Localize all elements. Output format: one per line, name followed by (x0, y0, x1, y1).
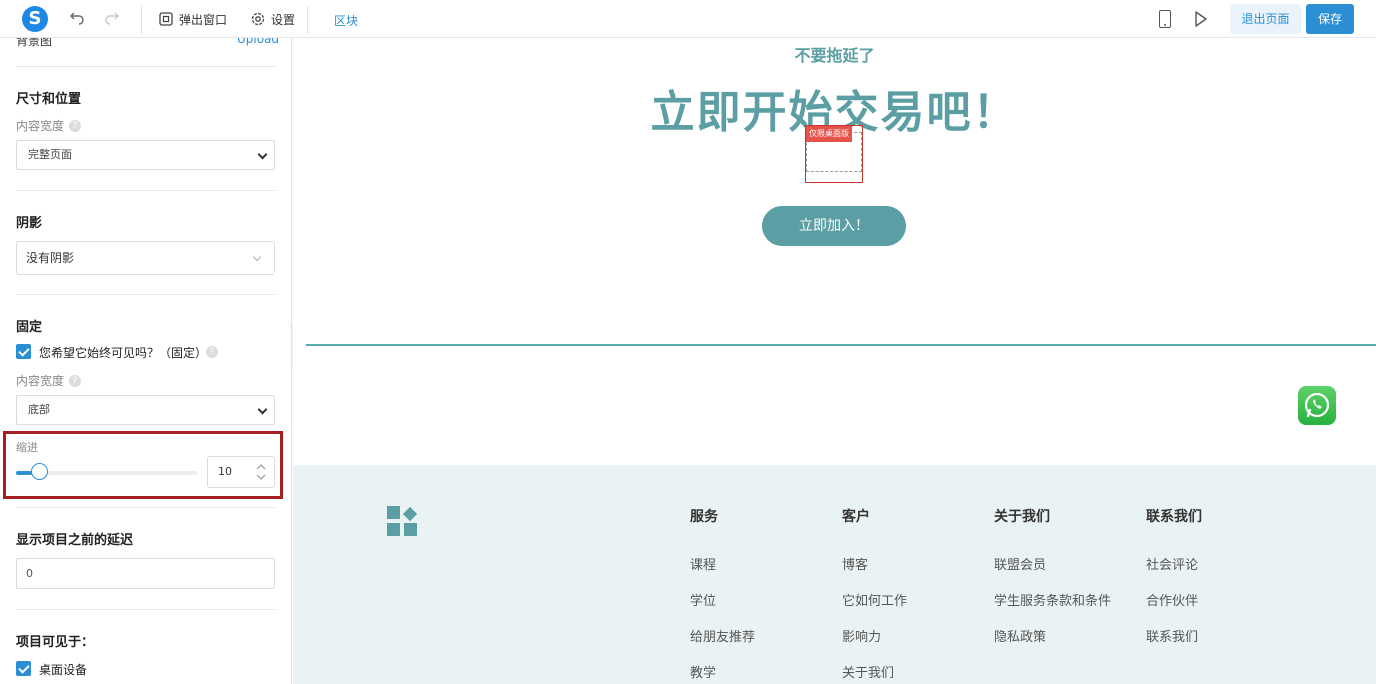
content-width-value: 完整页面 (28, 148, 72, 161)
settings-panel: 背景图 Upload 尺寸和位置 内容宽度 ? 完整页面 阴影 没有阴影 固定 … (0, 38, 292, 684)
exit-page-button[interactable]: 退出页面 (1230, 4, 1301, 34)
footer-link[interactable]: 合作伙伴 (1146, 584, 1202, 620)
chevron-down-icon (257, 149, 268, 160)
footer-column-title: 服务 (690, 509, 718, 525)
delay-title: 显示项目之前的延迟 (16, 533, 134, 548)
top-toolbar: S 弹出窗口 设置 区块 退出页面 保存 (0, 0, 1376, 38)
footer-link[interactable]: 学生服务条款和条件 (994, 584, 1111, 620)
delay-value: 0 (26, 567, 33, 580)
footer-link[interactable]: 它如何工作 (842, 584, 907, 620)
page-footer: 服务 课程 学位 给朋友推荐 教学 客户 博客 它如何工作 影响力 关于我们 关于我们 联盟会员 学生服… (293, 465, 1376, 684)
toolbar-divider (307, 6, 308, 34)
indent-label: 缩进 (16, 441, 38, 454)
footer-column-title: 联系我们 (1146, 509, 1202, 525)
chevron-down-icon (252, 252, 262, 262)
upload-link[interactable]: Upload (237, 38, 279, 46)
fixed-checkbox[interactable] (16, 344, 31, 359)
indent-number-input[interactable]: 10 (207, 456, 275, 488)
divider (16, 294, 275, 295)
footer-link-list: 博客 它如何工作 影响力 关于我们 (842, 548, 907, 684)
whatsapp-icon[interactable] (1298, 386, 1336, 425)
gear-icon (251, 12, 265, 26)
footer-column-title: 客户 (842, 509, 870, 525)
content-width-label: 内容宽度 ? (16, 117, 82, 134)
desktop-checkbox[interactable] (16, 661, 31, 676)
help-icon[interactable]: ? (206, 346, 218, 358)
footer-link-list: 社会评论 合作伙伴 联系我们 (1146, 548, 1202, 656)
size-position-title: 尺寸和位置 (16, 92, 82, 107)
footer-column: 服务课程 学位 给朋友推荐 教学 (690, 506, 755, 684)
block-tab[interactable]: 区块 (334, 12, 358, 29)
desktop-checkbox-label: 桌面设备 (39, 663, 88, 677)
shadow-value: 没有阴影 (26, 251, 75, 265)
settings-label: 设置 (271, 12, 296, 27)
footer-link-list: 课程 学位 给朋友推荐 教学 (690, 548, 755, 684)
divider (16, 609, 275, 610)
footer-column-title: 关于我们 (994, 509, 1050, 525)
chevron-down-icon (257, 404, 268, 415)
delay-input[interactable]: 0 (16, 558, 275, 589)
help-icon[interactable]: ? (69, 374, 82, 387)
content-width-label: 内容宽度 ? (16, 372, 82, 389)
desktop-only-tag: 仅限桌面版 (806, 126, 852, 142)
stepper-arrows-icon[interactable] (256, 463, 266, 481)
settings-button[interactable]: 设置 (251, 9, 295, 29)
page-canvas: 不要拖延了 立即开始交易吧！ 仅限桌面版 立即加入！ 服务 课程 学位 给朋友推荐 教学… (293, 38, 1376, 684)
play-preview-icon[interactable] (1194, 10, 1208, 28)
footer-column: 关于我们联盟会员 学生服务条款和条件 隐私政策 (994, 506, 1111, 656)
footer-link[interactable]: 社会评论 (1146, 548, 1202, 584)
footer-link[interactable]: 关于我们 (842, 656, 907, 684)
footer-column: 客户博客 它如何工作 影响力 关于我们 (842, 506, 907, 684)
footer-link[interactable]: 教学 (690, 656, 755, 684)
footer-link[interactable]: 联系我们 (1146, 620, 1202, 656)
popup-button[interactable]: 弹出窗口 (159, 9, 227, 29)
app-logo[interactable]: S (22, 6, 48, 32)
content-width-text: 内容宽度 (16, 119, 65, 133)
footer-link[interactable]: 影响力 (842, 620, 907, 656)
subheading[interactable]: 不要拖延了 (293, 42, 1376, 66)
save-button[interactable]: 保存 (1306, 4, 1354, 34)
visible-on-title: 项目可见于： (16, 635, 95, 650)
divider (16, 66, 275, 67)
background-label: 背景图 (16, 38, 53, 48)
footer-link[interactable]: 课程 (690, 548, 755, 584)
redo-icon[interactable] (102, 9, 122, 29)
footer-link[interactable]: 给朋友推荐 (690, 620, 755, 656)
shadow-title: 阴影 (16, 216, 43, 231)
footer-link[interactable]: 学位 (690, 584, 755, 620)
fixed-position-select[interactable]: 底部 (16, 395, 275, 425)
help-icon[interactable]: ? (69, 119, 82, 132)
join-now-button[interactable]: 立即加入！ (762, 206, 906, 246)
fixed-checkbox-label: 您希望它始终可见吗？（固定） (39, 346, 208, 360)
footer-link[interactable]: 隐私政策 (994, 620, 1111, 656)
divider (16, 507, 275, 508)
footer-column: 联系我们 社会评论 合作伙伴 联系我们 (1146, 506, 1202, 656)
footer-logo-icon (387, 506, 418, 536)
indent-value: 10 (218, 465, 232, 478)
footer-link[interactable]: 联盟会员 (994, 548, 1111, 584)
popup-icon (159, 12, 173, 26)
content-width-text: 内容宽度 (16, 374, 65, 388)
section-divider-line (306, 344, 1376, 346)
fixed-position-value: 底部 (28, 403, 50, 416)
popup-label: 弹出窗口 (179, 12, 228, 27)
footer-link-list: 联盟会员 学生服务条款和条件 隐私政策 (994, 548, 1111, 656)
undo-icon[interactable] (67, 9, 87, 29)
indent-slider-fill (16, 471, 33, 475)
shadow-select[interactable]: 没有阴影 (16, 241, 275, 275)
divider (16, 190, 275, 191)
fixed-title: 固定 (16, 320, 43, 335)
mobile-preview-icon[interactable] (1159, 10, 1171, 28)
footer-link[interactable]: 博客 (842, 548, 907, 584)
content-width-select[interactable]: 完整页面 (16, 140, 275, 170)
toolbar-divider (141, 6, 142, 34)
